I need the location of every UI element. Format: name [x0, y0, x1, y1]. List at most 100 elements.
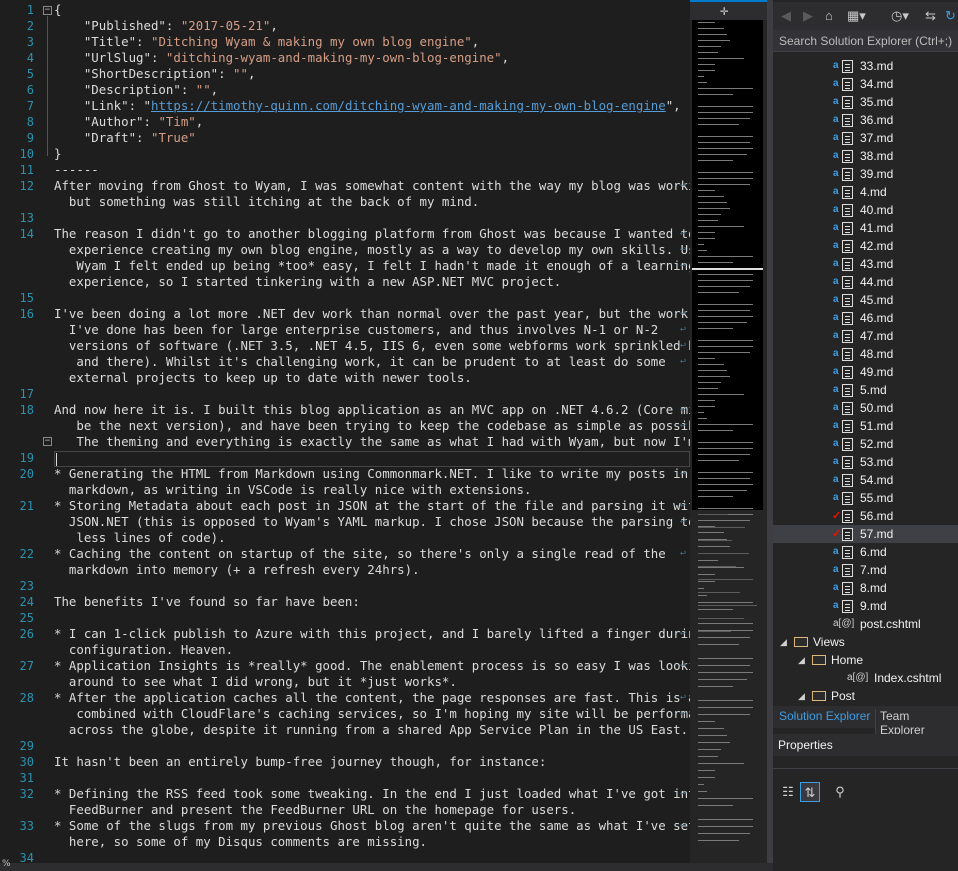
- tree-item-file[interactable]: a[@] Index.cshtml: [773, 669, 958, 687]
- tree-item-file[interactable]: a 42.md: [773, 237, 958, 255]
- tree-item-file[interactable]: a 52.md: [773, 435, 958, 453]
- back-icon[interactable]: ◀: [781, 8, 791, 24]
- panel-tabs: Solution Explorer Team Explorer: [773, 706, 958, 737]
- sync-icon[interactable]: ⇆: [925, 8, 936, 24]
- tree-item-file[interactable]: a 40.md: [773, 201, 958, 219]
- line-number: 7: [26, 99, 34, 113]
- tree-item-folder[interactable]: ◢ Views: [773, 633, 958, 651]
- tree-item-file[interactable]: ✓ 57.md: [773, 525, 958, 543]
- tree-item-file[interactable]: a 55.md: [773, 489, 958, 507]
- tree-item-folder[interactable]: ◢ Post: [773, 687, 958, 704]
- word-wrap-glyph: ↩: [680, 516, 687, 527]
- tree-item-file[interactable]: a 9.md: [773, 597, 958, 615]
- expand-arrow-icon[interactable]: ◢: [780, 633, 787, 651]
- line-number: 15: [19, 291, 34, 305]
- tree-item-file[interactable]: a 43.md: [773, 255, 958, 273]
- zoom-level[interactable]: %: [2, 859, 11, 869]
- minimap-line: [698, 274, 753, 275]
- tree-item-file[interactable]: a 36.md: [773, 111, 958, 129]
- refresh-icon[interactable]: ↻: [945, 8, 956, 24]
- minimap-viewport[interactable]: [692, 20, 763, 841]
- fold-toggle-json[interactable]: −: [43, 6, 52, 15]
- tree-item-file[interactable]: a 47.md: [773, 327, 958, 345]
- property-pages-icon[interactable]: ⚲: [830, 782, 850, 802]
- tree-item-file[interactable]: a 7.md: [773, 561, 958, 579]
- minimap-line: [698, 346, 753, 347]
- word-wrap-glyph: ↩: [680, 788, 687, 799]
- home-icon[interactable]: ⌂: [825, 8, 833, 23]
- line-number: 20: [19, 467, 34, 481]
- tree-item-file[interactable]: a 44.md: [773, 273, 958, 291]
- minimap-line: [698, 82, 707, 83]
- tree-item-file[interactable]: ✓ 56.md: [773, 507, 958, 525]
- categorized-icon[interactable]: ☷: [778, 782, 798, 802]
- code-line: * I can 1-click publish to Azure with th…: [54, 626, 690, 641]
- history-icon[interactable]: ◷▾: [891, 8, 909, 24]
- code-line: {: [54, 2, 61, 18]
- minimap-line: [698, 256, 753, 257]
- editor-splitter[interactable]: ✛: [690, 2, 767, 20]
- tree-item-file[interactable]: a 45.md: [773, 291, 958, 309]
- tree-item-label: 35.md: [860, 95, 894, 109]
- tree-item-file[interactable]: a 39.md: [773, 165, 958, 183]
- tree-item-folder[interactable]: ◢ Home: [773, 651, 958, 669]
- url-link[interactable]: https://timothy-quinn.com/ditching-wyam-…: [151, 98, 666, 113]
- minimap-line: [698, 553, 749, 554]
- solution-tree[interactable]: a 33.md a 34.md a 35.md a 36.md a 37.md a 38.md a 39.…: [773, 54, 958, 704]
- minimap-line: [698, 581, 715, 582]
- tree-item-file[interactable]: a 4.md: [773, 183, 958, 201]
- minimap-line: [698, 430, 733, 431]
- tree-item-file[interactable]: a 34.md: [773, 75, 958, 93]
- tree-item-file[interactable]: a 6.md: [773, 543, 958, 561]
- tab-team-explorer[interactable]: Team Explorer: [875, 709, 958, 737]
- forward-icon[interactable]: ▶: [803, 8, 813, 24]
- tree-item-file[interactable]: a 50.md: [773, 399, 958, 417]
- word-wrap-glyph: ↩: [680, 548, 687, 559]
- minimap-line: [698, 184, 750, 185]
- lock-icon: a: [833, 60, 839, 71]
- fold-toggle-paragraph[interactable]: −: [43, 437, 52, 446]
- minimap[interactable]: ✛: [690, 2, 767, 863]
- tree-item-file[interactable]: a[@] post.cshtml: [773, 615, 958, 633]
- minimap-line: [698, 520, 750, 521]
- line-number: 21: [19, 499, 34, 513]
- switch-views-icon[interactable]: ▦▾: [847, 8, 866, 24]
- tree-item-file[interactable]: a 49.md: [773, 363, 958, 381]
- word-wrap-glyph: ↩: [680, 244, 687, 255]
- tree-item-file[interactable]: a 46.md: [773, 309, 958, 327]
- minimap-line: [698, 602, 753, 603]
- tree-item-file[interactable]: a 5.md: [773, 381, 958, 399]
- line-number: 16: [19, 307, 34, 321]
- minimap-line: [698, 665, 750, 666]
- code-line: * Storing Metadata about each post in JS…: [54, 498, 690, 513]
- split-handle-icon[interactable]: ✛: [720, 3, 728, 19]
- markdown-file-icon: [842, 474, 853, 487]
- alphabetical-sort-icon[interactable]: ⇅: [800, 782, 820, 802]
- tree-item-file[interactable]: a 38.md: [773, 147, 958, 165]
- minimap-line: [698, 250, 707, 251]
- tree-item-file[interactable]: a 53.md: [773, 453, 958, 471]
- tree-item-file[interactable]: a 8.md: [773, 579, 958, 597]
- code-token: "Tim": [158, 114, 196, 129]
- word-wrap-glyph: ↩: [680, 820, 687, 831]
- minimap-line: [698, 460, 739, 461]
- lock-icon: a: [833, 294, 839, 305]
- markdown-file-icon: [842, 510, 853, 523]
- search-placeholder[interactable]: Search Solution Explorer (Ctrl+;): [779, 34, 952, 48]
- tree-item-file[interactable]: a 35.md: [773, 93, 958, 111]
- tree-item-file[interactable]: a 51.md: [773, 417, 958, 435]
- tree-item-file[interactable]: a 33.md: [773, 57, 958, 75]
- solution-explorer-search[interactable]: Search Solution Explorer (Ctrl+;): [773, 30, 958, 52]
- tree-item-file[interactable]: a 41.md: [773, 219, 958, 237]
- expand-arrow-icon[interactable]: ◢: [798, 687, 805, 704]
- code-editor[interactable]: 1 2 3 4 5 6 7 8 9 10 11 12 13 14 15 16 17 18 19 20 21 22 23 24 2…: [0, 0, 690, 863]
- expand-arrow-icon[interactable]: ◢: [798, 651, 805, 669]
- tree-item-file[interactable]: a 48.md: [773, 345, 958, 363]
- minimap-caret-marker: [692, 268, 763, 270]
- solution-explorer-panel: ◀ ▶ ⌂ ▦▾ ◷▾ ⇆ ↻ Search Solution Explorer…: [773, 0, 958, 871]
- tree-item-file[interactable]: a 54.md: [773, 471, 958, 489]
- tab-solution-explorer[interactable]: Solution Explorer: [779, 709, 870, 723]
- tree-item-file[interactable]: a 37.md: [773, 129, 958, 147]
- minimap-line: [698, 567, 744, 568]
- markdown-file-icon: [842, 348, 853, 361]
